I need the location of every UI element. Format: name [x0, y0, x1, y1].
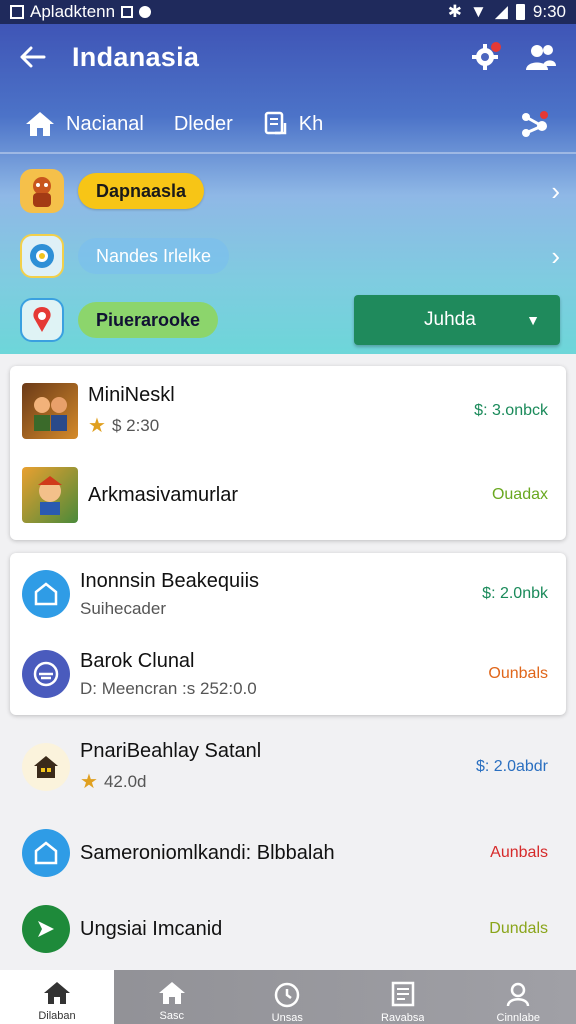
user-icon	[526, 45, 556, 70]
list-item[interactable]: Inonnsin Beakequiis Suihecader $: 2.0nbk	[10, 559, 566, 629]
dropdown-value: Juhda	[424, 309, 476, 330]
nav-label: Cinnlabe	[496, 1012, 540, 1024]
header-divider	[0, 152, 576, 154]
timer-icon	[275, 982, 300, 1008]
battery-icon	[515, 4, 525, 20]
wifi-icon: ▼	[470, 2, 487, 21]
list-item[interactable]: Ungsiai Imcanid Dundals	[10, 894, 566, 964]
nav-label: Sasc	[159, 1010, 184, 1022]
item-title: Inonnsin Beakequiis	[80, 569, 260, 592]
chevron-right-icon: ›	[551, 175, 560, 206]
share-icon	[522, 111, 548, 137]
nav-item-ravabsa[interactable]: Ravabsa	[345, 970, 461, 1024]
caret-down-icon: ▼	[526, 312, 540, 328]
item-title: MiniNeskl	[88, 384, 175, 406]
back-arrow-icon[interactable]	[18, 42, 48, 72]
status-bar: Apladktenn ✱ ▼ ◢ 9:30	[0, 0, 576, 24]
status-time: 9:30	[532, 2, 566, 21]
game-thumbnail	[22, 383, 78, 439]
item-action[interactable]: Ouadax	[492, 486, 548, 504]
send-circle-icon	[22, 905, 70, 953]
signal-icon: ◢	[494, 2, 508, 21]
nav-item-cinnlabe[interactable]: Cinnlabe	[461, 970, 576, 1024]
item-subtitle: D: Meencran :s 252:0.0	[80, 678, 257, 698]
notification-badge	[491, 42, 501, 52]
notification-icon	[10, 5, 24, 19]
list-item[interactable]: Sameroniomlkandi: Blbbalah Aunbals	[10, 818, 566, 888]
status-app-text: Apladktenn	[30, 2, 116, 21]
map-pin-app-icon[interactable]	[20, 298, 64, 342]
tab-kh[interactable]: Kh	[263, 110, 323, 138]
home-icon	[158, 982, 185, 1004]
nav-label: Dilaban	[38, 1010, 76, 1022]
item-title: Sameroniomlkandi: Blbbalah	[80, 841, 335, 864]
home-icon	[26, 112, 54, 136]
star-icon: ★	[80, 771, 98, 793]
tab-dleder[interactable]: Dleder	[174, 113, 233, 136]
app-card-1: MiniNeskl ★ $ 2:30 $: 3.onbck Arkmasivamu…	[10, 366, 566, 540]
header-row-2[interactable]: Nandes Irlelke ›	[20, 228, 560, 284]
home-icon	[44, 982, 70, 1004]
item-price: $: 2.0abdr	[475, 758, 548, 775]
list-item[interactable]: Barok Clunal D: Meencran :s 252:0.0 Ounb…	[10, 639, 566, 709]
row-3-pill[interactable]: Piuerarooke	[78, 302, 219, 338]
bluetooth-icon: ✱	[447, 2, 462, 21]
item-title: Ungsiai Imcanid	[80, 917, 223, 940]
share-button[interactable]	[518, 107, 552, 141]
character-app-icon	[20, 169, 64, 213]
home-circle-icon	[22, 570, 70, 618]
app-card-2: Inonnsin Beakequiis Suihecader $: 2.0nbk…	[10, 553, 566, 715]
house-icon	[22, 743, 70, 791]
bottom-nav: Dilaban Sasc Unsas Ravabsa Cinnlabe	[0, 970, 576, 1024]
camera-app-icon	[20, 234, 64, 278]
star-icon: ★	[88, 415, 106, 437]
page-title: Indanasia	[72, 41, 200, 72]
receipt-icon	[391, 981, 414, 1007]
tab-label: Nacianal	[66, 112, 144, 135]
profile-button[interactable]	[524, 40, 558, 74]
row-1-pill: Dapnaasla	[78, 173, 205, 209]
tab-home[interactable]: Nacianal	[24, 110, 144, 138]
list-item[interactable]: MiniNeskl ★ $ 2:30 $: 3.onbck	[10, 376, 566, 446]
settings-button[interactable]	[468, 40, 502, 74]
nav-item-home[interactable]: Dilaban	[0, 970, 114, 1024]
nav-label: Unsas	[271, 1012, 303, 1024]
item-title: Arkmasivamurlar	[88, 483, 239, 506]
item-price-sub: $ 2:30	[111, 415, 160, 435]
grid-icon	[121, 6, 134, 18]
header-row-1[interactable]: Dapnaasla ›	[20, 163, 560, 219]
row-2-pill: Nandes Irlelke	[78, 238, 230, 274]
app-bar: Indanasia	[0, 24, 576, 90]
tab-bar: Nacianal Dleder Kh	[0, 96, 576, 152]
list-item[interactable]: PnariBeahlay Satanl ★ 42.0d $: 2.0abdr	[10, 732, 566, 802]
list-item[interactable]: Arkmasivamurlar Ouadax	[10, 460, 566, 530]
tab-label: Kh	[298, 112, 324, 135]
header: Indanasia Nacianal Dleder Kh Dapnaasla ›…	[0, 24, 576, 354]
game-thumbnail	[22, 467, 78, 523]
item-action[interactable]: Aunbals	[490, 844, 548, 862]
item-price: $: 3.onbck	[474, 402, 548, 419]
home-circle-icon	[22, 829, 70, 877]
clock-icon	[139, 6, 152, 18]
item-price: $: 2.0nbk	[482, 585, 548, 602]
nav-item-unsas[interactable]: Unsas	[230, 970, 346, 1024]
nav-item-sasc[interactable]: Sasc	[114, 970, 230, 1024]
nav-label: Ravabsa	[381, 1012, 425, 1024]
header-row-3: Piuerarooke Juhda ▼	[20, 292, 560, 348]
document-icon	[264, 111, 286, 135]
item-title: Barok Clunal	[80, 649, 195, 672]
app-list: PnariBeahlay Satanl ★ 42.0d $: 2.0abdr Sa…	[10, 728, 566, 968]
bank-circle-icon	[22, 650, 70, 698]
juhda-dropdown[interactable]: Juhda ▼	[354, 295, 560, 345]
item-title: PnariBeahlay Satanl	[80, 740, 262, 762]
item-rating: 42.0d	[103, 771, 147, 791]
chevron-right-icon: ›	[551, 240, 560, 271]
user-icon	[507, 982, 530, 1007]
item-action[interactable]: Dundals	[489, 920, 548, 938]
item-action[interactable]: Ounbals	[488, 665, 548, 683]
item-subtitle: Suihecader	[80, 598, 167, 618]
tab-label: Dleder	[173, 112, 233, 135]
